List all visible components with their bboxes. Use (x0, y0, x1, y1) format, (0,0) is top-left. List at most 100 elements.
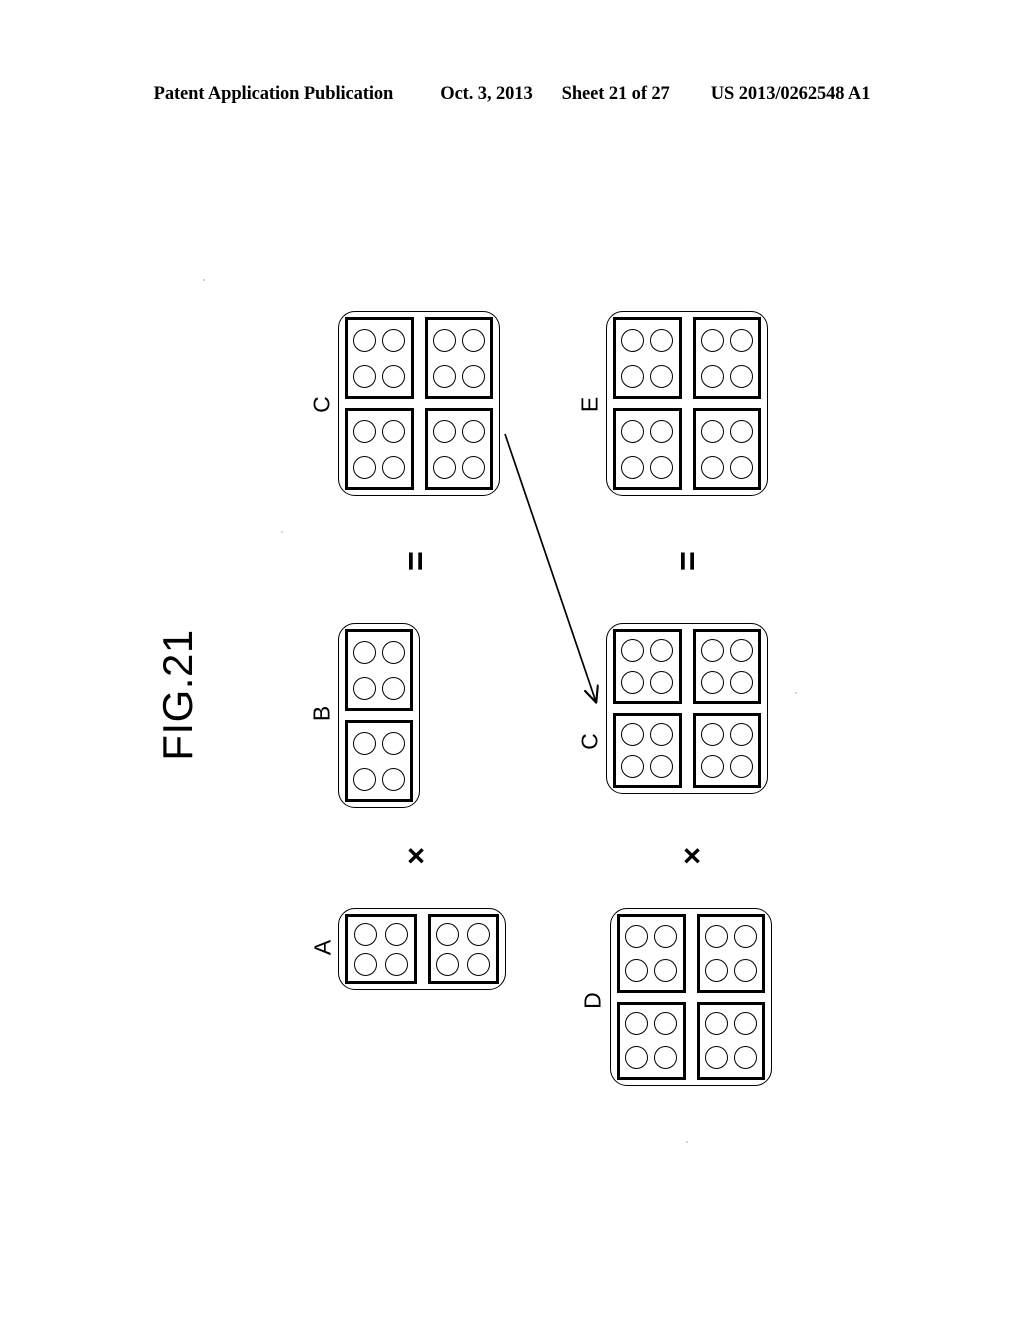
cell-dot (353, 640, 376, 664)
cell-dot (384, 952, 408, 976)
block-group-d[interactable] (610, 908, 772, 1086)
block-group-e[interactable] (606, 311, 768, 496)
cell-dot (382, 640, 405, 664)
memory-cell[interactable] (692, 629, 761, 704)
cell-dot (382, 731, 405, 755)
cell-dot (621, 638, 645, 662)
cell-dot (700, 419, 724, 443)
cell-dot (654, 1012, 678, 1036)
cell-dot (729, 671, 753, 695)
cell-dot (621, 722, 645, 746)
cell-dot (654, 958, 678, 982)
cell-dot (382, 767, 405, 791)
memory-cell[interactable] (617, 914, 686, 993)
cell-dot (621, 755, 645, 779)
cell-dot (654, 924, 678, 948)
block-group-a[interactable] (338, 908, 506, 990)
memory-cell[interactable] (345, 914, 417, 984)
memory-cell[interactable] (345, 317, 414, 399)
cell-dot (700, 328, 724, 352)
cell-dot (733, 958, 757, 982)
cell-dot (621, 328, 645, 352)
memory-cell[interactable] (424, 408, 493, 490)
cell-dot (621, 419, 645, 443)
cell-dot (432, 364, 456, 388)
cell-dot (650, 638, 674, 662)
cell-dot (729, 455, 753, 479)
memory-cell[interactable] (345, 629, 413, 711)
cell-dot (432, 455, 456, 479)
memory-cell[interactable] (613, 713, 682, 788)
cell-dot (704, 1012, 728, 1036)
times-operator-top: × (406, 838, 426, 873)
figure-drawing-area: C E = = B C × × A D (0, 0, 1024, 1320)
cell-dot (625, 924, 649, 948)
cell-dot (353, 419, 377, 443)
cell-dot (621, 364, 645, 388)
block-label-b: B (308, 705, 335, 722)
cell-dot (700, 638, 724, 662)
cell-dot (353, 364, 377, 388)
memory-cell[interactable] (696, 1001, 765, 1080)
block-label-c-bottom-right: C (576, 733, 603, 750)
cell-grid (338, 311, 500, 496)
memory-cell[interactable] (613, 317, 682, 399)
memory-cell[interactable] (696, 914, 765, 993)
memory-cell[interactable] (345, 408, 414, 490)
cell-dot (461, 364, 485, 388)
cell-dot (704, 924, 728, 948)
cell-dot (733, 924, 757, 948)
block-group-c-bottom-right[interactable] (606, 623, 768, 794)
cell-dot (467, 952, 491, 976)
memory-cell[interactable] (345, 720, 413, 802)
cell-dot (432, 419, 456, 443)
block-label-d: D (579, 992, 606, 1009)
cell-dot (382, 328, 406, 352)
block-label-a: A (309, 939, 336, 956)
c-reuse-arrow (504, 433, 1024, 1320)
scan-speckle (281, 531, 283, 533)
cell-dot (704, 958, 728, 982)
block-group-c-top-left[interactable] (338, 311, 500, 496)
cell-dot (621, 671, 645, 695)
cell-dot (353, 952, 377, 976)
memory-cell[interactable] (424, 317, 493, 399)
memory-cell[interactable] (427, 914, 499, 984)
memory-cell[interactable] (692, 317, 761, 399)
cell-dot (650, 455, 674, 479)
cell-grid (606, 623, 768, 794)
memory-cell[interactable] (613, 629, 682, 704)
scan-speckle (203, 279, 205, 281)
cell-dot (700, 755, 724, 779)
cell-dot (467, 922, 491, 946)
cell-dot (353, 922, 377, 946)
cell-dot (382, 676, 405, 700)
cell-dot (382, 419, 406, 443)
cell-dot (461, 328, 485, 352)
block-group-b[interactable] (338, 623, 420, 808)
cell-grid (606, 311, 768, 496)
equals-operator-bottom: = (669, 551, 707, 571)
cell-dot (729, 638, 753, 662)
cell-dot (625, 1046, 649, 1070)
cell-dot (353, 767, 376, 791)
cell-dot (650, 755, 674, 779)
cell-grid (338, 908, 506, 990)
cell-dot (700, 455, 724, 479)
cell-dot (353, 328, 377, 352)
memory-cell[interactable] (692, 408, 761, 490)
cell-dot (650, 364, 674, 388)
cell-dot (625, 958, 649, 982)
cell-dot (353, 676, 376, 700)
cell-dot (353, 731, 376, 755)
cell-dot (621, 455, 645, 479)
cell-dot (461, 419, 485, 443)
times-operator-bottom: × (682, 838, 702, 873)
cell-dot (729, 755, 753, 779)
equals-operator-top: = (397, 551, 435, 571)
scan-speckle (686, 1141, 688, 1143)
memory-cell[interactable] (613, 408, 682, 490)
memory-cell[interactable] (617, 1001, 686, 1080)
cell-dot (650, 419, 674, 443)
memory-cell[interactable] (692, 713, 761, 788)
